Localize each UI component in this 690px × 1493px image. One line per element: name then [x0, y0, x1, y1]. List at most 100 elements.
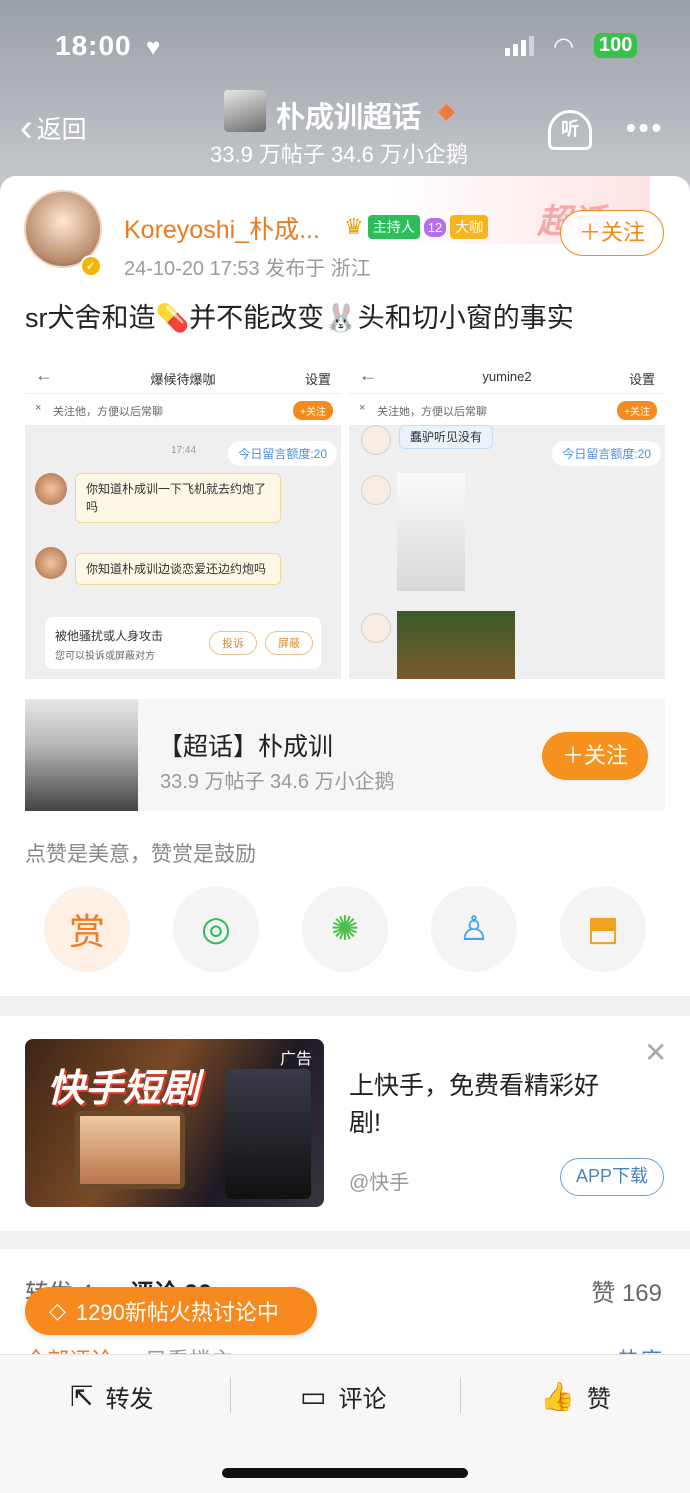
topic-card[interactable]: 【超话】朴成训 33.9 万帖子 34.6 万小企鹅 ＋关注	[25, 699, 665, 811]
ad-brand-art: 快手短剧	[47, 1068, 200, 1110]
back-button[interactable]: ‹ 返回	[20, 107, 87, 149]
post-image-2[interactable]: ← yumine2 设置 × 关注她，方便以后常聊 +关注 蠢驴听见没有 今日留…	[349, 361, 665, 679]
app-download-button[interactable]: APP下载	[560, 1158, 664, 1196]
chat-settings: 设置	[304, 372, 331, 387]
complain-button: 投诉	[209, 631, 257, 655]
username[interactable]: Koreyoshi_朴成...	[124, 210, 320, 246]
block-button: 屏蔽	[265, 631, 313, 655]
back-label: 返回	[36, 116, 87, 144]
chat-follow-bar: × 关注他，方便以后常聊 +关注	[25, 393, 341, 425]
chat-time: 17:44	[171, 445, 197, 456]
verified-badge-icon: ✓	[80, 255, 102, 277]
chat-header: ← yumine2 设置	[349, 361, 665, 393]
battery-indicator: 100	[594, 33, 638, 58]
chat-avatar	[361, 613, 391, 643]
chat-settings: 设置	[628, 372, 655, 387]
page-subtitle: 33.9 万帖子 34.6 万小企鹅	[210, 142, 468, 167]
wifi-icon: ◠	[553, 33, 574, 60]
close-icon: ×	[35, 402, 42, 414]
chat-title: 爆候待爆咖	[150, 372, 216, 387]
home-indicator	[222, 1468, 468, 1478]
chat-message: 你知道朴成训一下飞机就去约炮了吗	[75, 473, 281, 523]
tv-illustration	[75, 1111, 185, 1189]
level-badge: 12	[423, 217, 447, 237]
chat-follow-button: +关注	[617, 401, 657, 420]
topic-stats: 33.9 万帖子 34.6 万小企鹅	[160, 771, 395, 793]
sticker-image	[397, 611, 515, 679]
qq-share-button[interactable]: ♙	[431, 886, 517, 972]
hot-discussion-text: 1290新帖火热讨论中	[75, 1300, 279, 1325]
topic-avatar[interactable]	[224, 90, 266, 132]
close-icon: ×	[359, 402, 366, 414]
chat-quota: 今日留言额度:20	[228, 441, 337, 466]
chat-follow-notice: 关注她，方便以后常聊	[377, 406, 487, 418]
page-title: 朴成训超话	[276, 102, 422, 134]
reward-button[interactable]: 赏	[44, 886, 130, 972]
qq-penguin-icon: ♙	[458, 910, 490, 948]
report-panel: 被他骚扰或人身攻击 您可以投诉或屏蔽对方 投诉 屏蔽	[45, 617, 321, 669]
diamond-icon: ◆	[438, 98, 455, 123]
hot-discussion-banner[interactable]: ◇ 1290新帖火热讨论中	[25, 1287, 317, 1335]
moments-share-button[interactable]: ✺	[302, 886, 388, 972]
listen-button[interactable]: 听	[548, 110, 592, 150]
wechat-icon: ◎	[201, 910, 231, 948]
divider	[230, 1377, 231, 1413]
status-bar: 18:00 ♥ ◠ 100	[0, 28, 690, 68]
comment-button[interactable]: ▭ 评论	[300, 1379, 386, 1414]
like-button[interactable]: 👍 赞	[540, 1379, 611, 1414]
post-image-1[interactable]: ← 爆候待爆咖 设置 × 关注他，方便以后常聊 +关注 17:44 今日留言额度…	[25, 361, 341, 679]
chat-quota: 今日留言额度:20	[552, 441, 661, 466]
section-divider	[0, 996, 690, 1016]
chat-header: ← 爆候待爆咖 设置	[25, 361, 341, 393]
comment-label: 评论	[338, 1386, 387, 1413]
like-count-tab[interactable]: 赞 169	[591, 1273, 662, 1308]
chat-avatar	[361, 475, 391, 505]
couple-illustration	[225, 1069, 311, 1199]
more-icon[interactable]: •••	[626, 112, 664, 144]
share-arrow-icon: ⇱	[70, 1381, 94, 1412]
top-nav: ‹ 返回 朴成训超话 ◆ 33.9 万帖子 34.6 万小企鹅 听 •••	[0, 88, 690, 168]
forward-button[interactable]: ⇱ 转发	[70, 1379, 153, 1414]
chevron-left-icon: ‹	[20, 107, 33, 149]
user-badges: ♛ 主持人 12 大咖	[344, 214, 489, 240]
follow-topic-button[interactable]: ＋关注	[542, 732, 648, 780]
like-label: 赞	[586, 1386, 611, 1413]
chef-sticker-image	[397, 473, 465, 591]
aperture-icon: ✺	[330, 910, 360, 948]
divider	[460, 1377, 461, 1413]
chat-title: yumine2	[482, 369, 532, 384]
chat-follow-notice: 关注他，方便以后常聊	[53, 406, 163, 418]
ad-image[interactable]: 快手短剧 广告	[25, 1039, 324, 1207]
crown-icon: ♛	[344, 214, 364, 239]
topic-cover-image	[25, 699, 138, 811]
report-title: 被他骚扰或人身攻击	[55, 629, 164, 643]
post-text: sr犬舍和造💊并不能改变🐰头和切小窗的事实	[25, 303, 574, 333]
diamond-icon: ◇	[49, 1298, 66, 1323]
chat-avatar	[35, 547, 67, 579]
section-divider	[0, 1231, 690, 1249]
heart-icon: ♥	[146, 34, 161, 61]
post-card: 超话 ✓ Koreyoshi_朴成... ♛ 主持人 12 大咖 ＋关注 24-…	[0, 176, 690, 996]
follow-user-button[interactable]: ＋关注	[560, 210, 664, 256]
close-ad-icon[interactable]: ✕	[644, 1036, 667, 1069]
chat-message: 你知道朴成训边谈恋爱还边约炮吗	[75, 553, 281, 585]
ad-card[interactable]: 快手短剧 广告 上快手，免费看精彩好剧! @快手 APP下载 ✕	[0, 1016, 690, 1231]
image-download-icon: ⬒	[586, 910, 620, 948]
reward-label: 赏	[68, 911, 105, 952]
thumbs-up-icon: 👍	[540, 1381, 575, 1412]
listen-label: 听	[561, 119, 579, 139]
comment-icon: ▭	[300, 1381, 327, 1412]
chat-avatar	[361, 425, 391, 455]
big-shot-badge: 大咖	[450, 215, 489, 239]
chat-follow-bar: × 关注她，方便以后常聊 +关注	[349, 393, 665, 425]
ad-source: @快手	[349, 1172, 410, 1194]
wechat-share-button[interactable]: ◎	[173, 886, 259, 972]
chat-message: 蠢驴听见没有	[399, 425, 494, 449]
topic-title: 【超话】朴成训	[158, 733, 334, 761]
save-image-button[interactable]: ⬒	[560, 886, 646, 972]
cellular-signal-icon	[505, 36, 537, 56]
ad-title: 上快手，免费看精彩好剧!	[349, 1072, 600, 1137]
like-hint: 点赞是美意，赞赏是鼓励	[25, 843, 256, 866]
status-time: 18:00	[55, 30, 132, 61]
host-badge: 主持人	[367, 215, 420, 239]
